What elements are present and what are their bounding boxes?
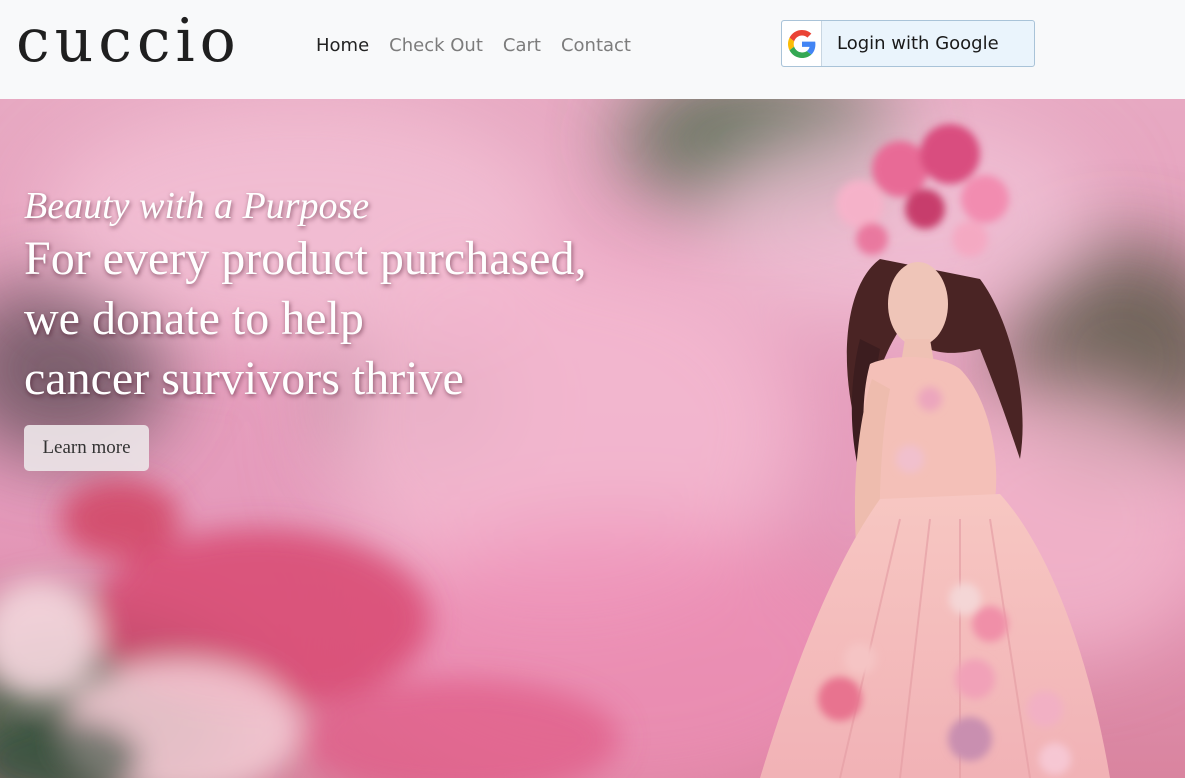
nav-link-home[interactable]: Home [316, 33, 369, 59]
hero-headline-line-1: For every product purchased, [24, 232, 587, 285]
hero-banner: Beauty with a Purpose For every product … [0, 99, 1185, 778]
login-label: Login with Google [837, 33, 999, 54]
hero-text: Beauty with a Purpose For every product … [24, 183, 586, 409]
nav-links: Home Check Out Cart Contact [316, 33, 651, 59]
hero-headline: For every product purchased, we donate t… [24, 229, 586, 409]
nav-link-check-out[interactable]: Check Out [389, 33, 483, 59]
hero-headline-line-3: cancer survivors thrive [24, 352, 464, 405]
navbar: cuccio Home Check Out Cart Contact Login… [0, 0, 1185, 99]
brand-logo[interactable]: cuccio [16, 0, 241, 84]
hero-tagline: Beauty with a Purpose [24, 185, 370, 227]
learn-more-button[interactable]: Learn more [24, 425, 149, 471]
login-with-google-button[interactable]: Login with Google [781, 20, 1035, 67]
nav-link-contact[interactable]: Contact [561, 33, 631, 59]
nav-link-cart[interactable]: Cart [503, 33, 541, 59]
hero-headline-line-2: we donate to help [24, 292, 364, 345]
google-g-icon [782, 21, 822, 66]
